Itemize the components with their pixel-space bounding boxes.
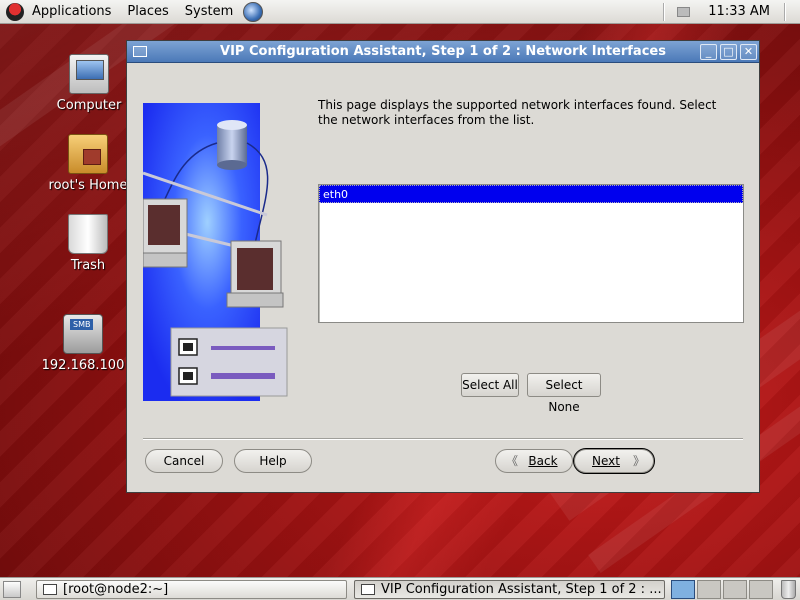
page-description: This page displays the supported network… [318,98,717,127]
menu-places[interactable]: Places [119,0,176,24]
redhat-logo-icon[interactable] [6,2,24,21]
desktop-icon-trash[interactable]: Trash [38,214,138,273]
maximize-icon[interactable]: □ [720,44,737,60]
desktop-icon-home[interactable]: root's Home [38,134,138,193]
minimize-icon[interactable]: _ [700,44,717,60]
panel-separator [784,3,786,21]
desktop-icon-label: Computer [56,98,122,113]
dialog-divider [143,438,743,440]
menu-system[interactable]: System [177,0,241,24]
workspace-3[interactable] [723,580,747,599]
window-icon [361,584,375,595]
top-panel: Applications Places System 11:33 AM [0,0,800,24]
bottom-panel: [root@node2:~] VIP Configuration Assista… [0,577,800,600]
clock[interactable]: 11:33 AM [708,0,770,24]
workspace-2[interactable] [697,580,721,599]
show-desktop-icon[interactable] [3,581,21,598]
close-icon[interactable]: ✕ [740,44,757,60]
smb-badge: SMB [70,319,94,330]
trash-applet-icon[interactable] [781,580,796,599]
desktop-icon-computer[interactable]: Computer [39,54,139,113]
desktop-icon-label: 192.168.100 [41,358,125,373]
next-button-label: Next [592,454,620,468]
menu-applications[interactable]: Applications [24,0,119,24]
panel-separator [663,3,665,21]
desktop-icon-smb-share[interactable]: SMB 192.168.100 [33,314,133,373]
taskbar-item-label: VIP Configuration Assistant, Step 1 of 2… [381,582,662,597]
taskbar-item-terminal[interactable]: [root@node2:~] [36,580,347,599]
chevron-right-icon: 》 [632,454,645,468]
terminal-icon [43,584,57,595]
vip-config-dialog: VIP Configuration Assistant, Step 1 of 2… [126,40,760,493]
desktop-icon-label: root's Home [48,178,128,193]
list-item[interactable]: eth0 [319,185,743,203]
workspace-4[interactable] [749,580,773,599]
network-illustration-image [143,103,289,401]
computer-icon [69,54,109,94]
select-all-button[interactable]: Select All [461,373,519,397]
taskbar-item-label: [root@node2:~] [63,582,169,597]
window-title: VIP Configuration Assistant, Step 1 of 2… [220,44,666,59]
taskbar-item-vip-assistant[interactable]: VIP Configuration Assistant, Step 1 of 2… [354,580,665,599]
workspace-1[interactable] [671,580,695,599]
network-globe-icon[interactable] [243,1,264,22]
desktop-icon-label: Trash [70,258,106,273]
trash-icon [68,214,108,254]
cancel-button[interactable]: Cancel [145,449,223,473]
window-titlebar[interactable]: VIP Configuration Assistant, Step 1 of 2… [127,41,759,63]
next-button[interactable]: Next 》 [573,448,655,474]
home-folder-icon [68,134,108,174]
network-interfaces-list[interactable]: eth0 [318,184,744,323]
back-button-label: Back [528,454,558,468]
select-none-button[interactable]: Select None [527,373,601,414]
notification-tray-icon[interactable] [677,7,690,17]
back-button[interactable]: 《 Back [495,449,573,473]
help-button[interactable]: Help [234,449,312,473]
smb-share-icon: SMB [63,314,103,354]
chevron-left-icon: 《 [506,454,519,468]
